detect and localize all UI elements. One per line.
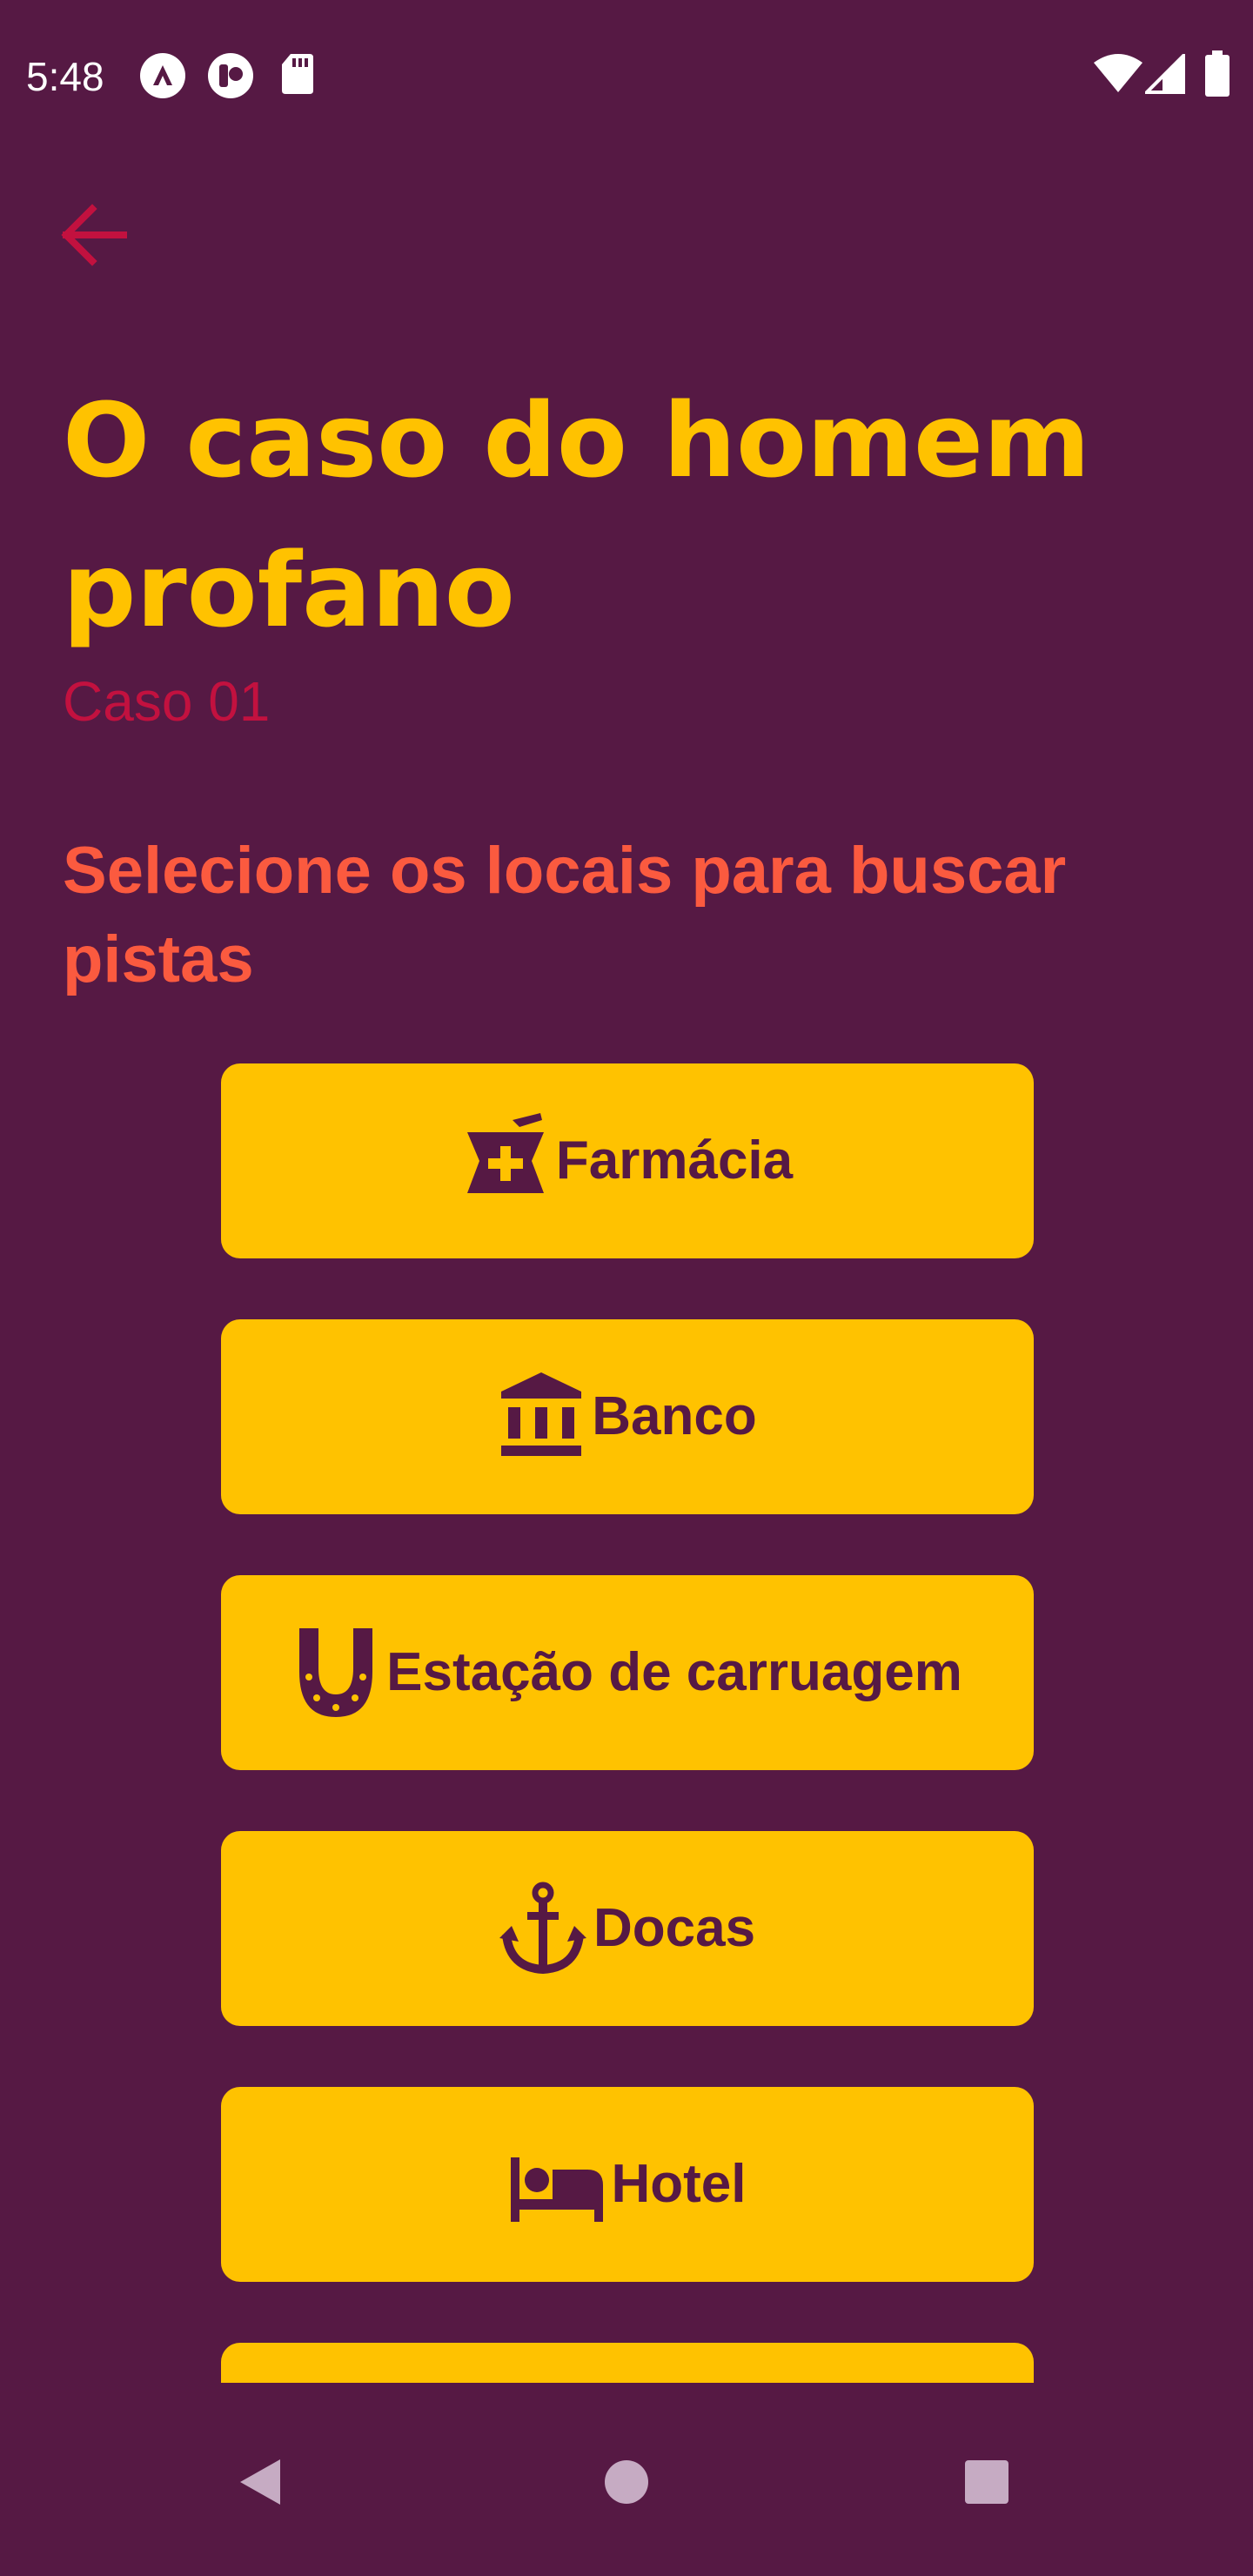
nav-home-icon[interactable] <box>604 2459 649 2505</box>
arrow-left-icon <box>61 204 127 266</box>
screen: 5:48 O caso do homem profano Caso 01 Sel… <box>0 0 1253 2576</box>
places-list[interactable]: Farmácia Banco Estação de carruagem Doca… <box>0 1044 1253 2383</box>
status-bar: 5:48 <box>0 0 1253 150</box>
place-label-banco: Banco <box>592 1386 757 1446</box>
place-label-farmacia: Farmácia <box>555 1130 794 1191</box>
place-button-estacao-de-carruagem[interactable]: Estação de carruagem <box>221 1575 1034 1770</box>
navigation-bar <box>0 2419 1253 2576</box>
app-circle-icon <box>208 53 253 98</box>
place-label-hotel: Hotel <box>611 2154 747 2214</box>
battery-icon <box>1205 50 1230 97</box>
place-button-hotel[interactable]: Hotel <box>221 2087 1034 2282</box>
page-title: O caso do homem profano <box>63 380 1090 650</box>
nav-recents-icon[interactable] <box>964 2459 1009 2505</box>
nav-back-icon[interactable] <box>237 2456 284 2508</box>
sd-card-icon <box>282 54 313 94</box>
place-button-farmacia[interactable]: Farmácia <box>221 1063 1034 1258</box>
cell-signal-icon <box>1145 54 1185 94</box>
bed-icon <box>510 2157 603 2222</box>
wifi-icon <box>1094 54 1142 92</box>
back-button[interactable] <box>52 191 139 278</box>
anchor-icon <box>499 1882 586 1975</box>
pharmacy-mortar-icon <box>466 1113 544 1193</box>
place-label-docas: Docas <box>593 1898 756 1958</box>
place-button-partial[interactable] <box>221 2343 1034 2383</box>
instruction-text: Selecione os locais para buscar pistas <box>63 834 1067 996</box>
case-subtitle: Caso 01 <box>63 670 271 733</box>
place-button-banco[interactable]: Banco <box>221 1319 1034 1514</box>
status-time: 5:48 <box>26 54 104 99</box>
app-a-icon <box>140 53 185 98</box>
bank-icon <box>501 1372 582 1456</box>
place-button-docas[interactable]: Docas <box>221 1831 1034 2026</box>
horseshoe-icon <box>299 1628 373 1717</box>
place-label-estacao-de-carruagem: Estação de carruagem <box>386 1642 962 1702</box>
